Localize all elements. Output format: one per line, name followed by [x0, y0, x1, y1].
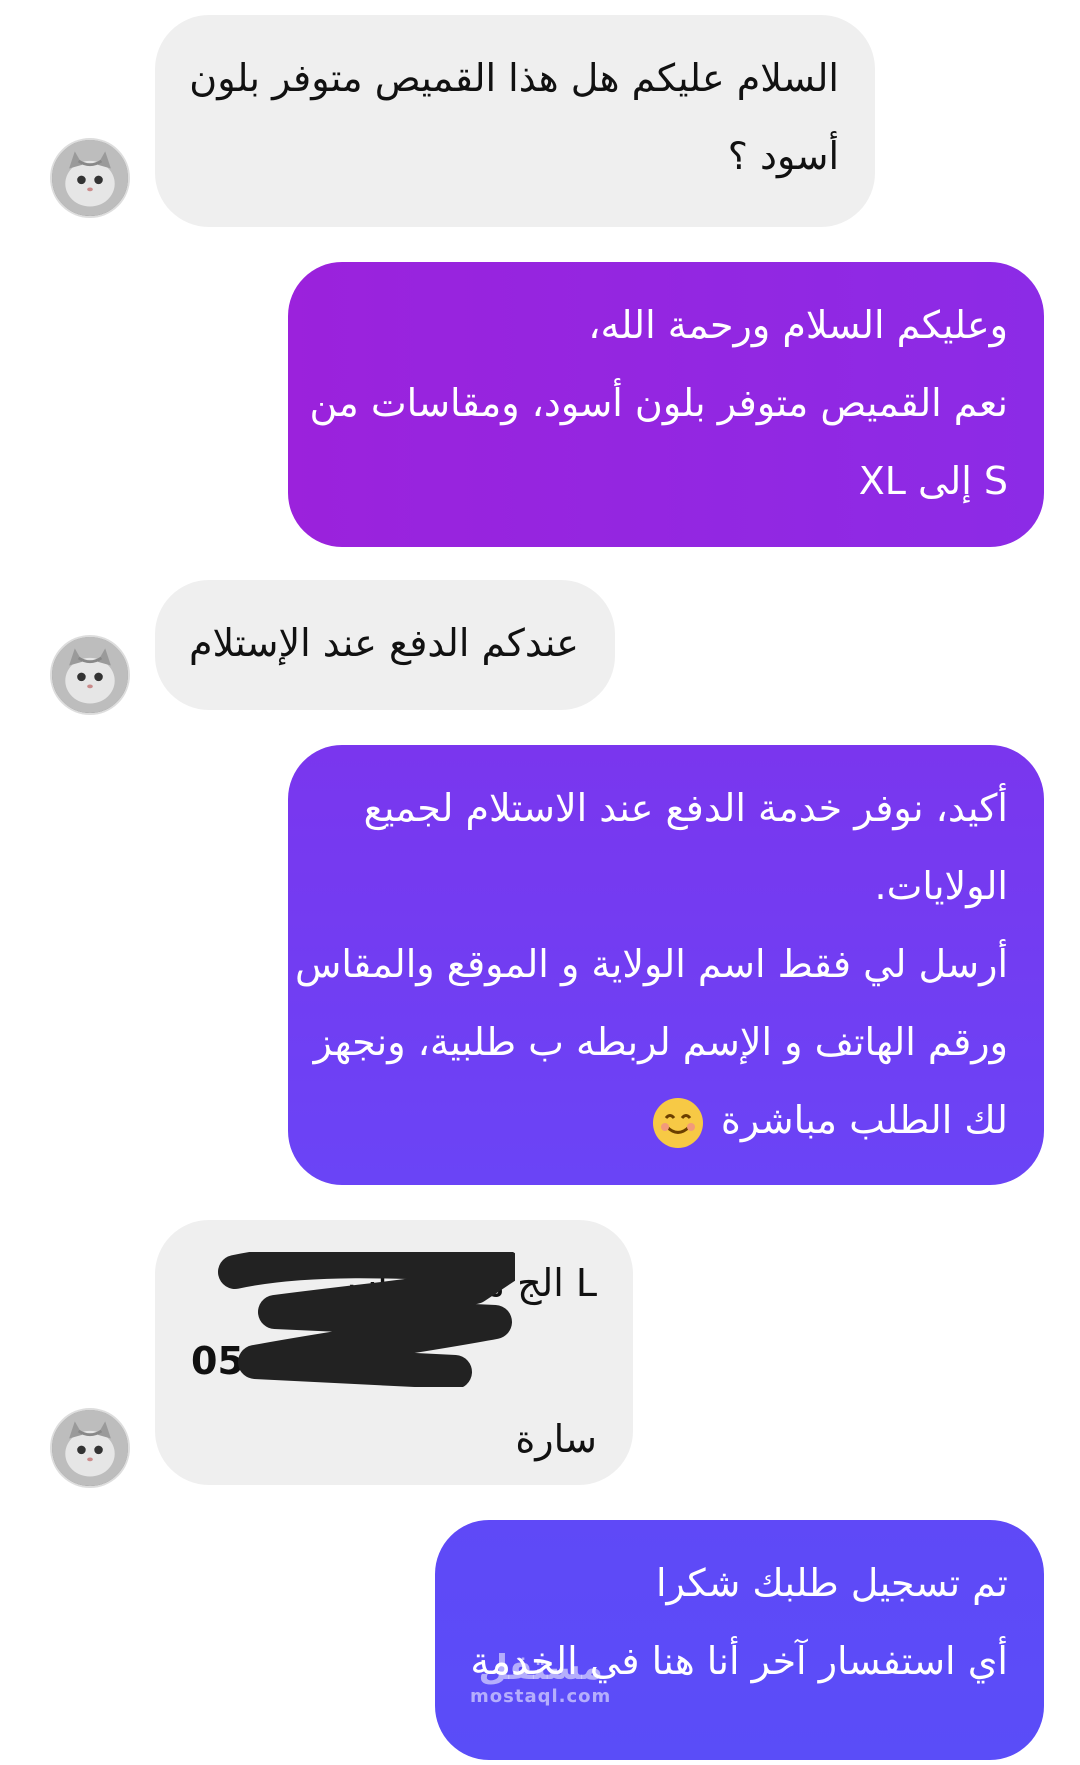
- message-text: لك الطلب مباشرة: [720, 1098, 1008, 1142]
- message-text: أرسل لي فقط اسم الولاية و الموقع والمقاس: [295, 942, 1008, 986]
- message-text-with-emoji: لك الطلب مباشرة: [324, 1081, 1008, 1159]
- message-text: أكيد، نوفر خدمة الدفع عند الاستلام لجميع: [363, 786, 1008, 830]
- message-text: وعليكم السلام ورحمة الله،: [588, 303, 1008, 347]
- message-text: ورقم الهاتف و الإسم لربطه ب طلبية، ونجهز: [313, 1020, 1008, 1064]
- customer-avatar[interactable]: [50, 635, 130, 715]
- message-text: نعم القميص متوفر بلون أسود، ومقاسات من: [309, 381, 1009, 425]
- outgoing-bubble[interactable]: تم تسجيل طلبك شكرا أي استفسار آخر أنا هن…: [435, 1520, 1044, 1760]
- incoming-bubble[interactable]: L الج مة المقاس 05 سارة: [155, 1220, 633, 1485]
- message-text: 05: [191, 1339, 244, 1383]
- outgoing-bubble[interactable]: وعليكم السلام ورحمة الله، نعم القميص متو…: [288, 262, 1044, 547]
- incoming-bubble[interactable]: عندكم الدفع عند الإستلام: [155, 580, 615, 710]
- message-text: سارة: [515, 1417, 597, 1461]
- cat-avatar-icon: [52, 140, 128, 216]
- customer-avatar[interactable]: [50, 1408, 130, 1488]
- watermark: مستقل mostaql.com: [470, 1650, 611, 1707]
- message-text: S إلى XL: [858, 459, 1008, 503]
- smiling-face-icon: [652, 1097, 703, 1148]
- watermark-arabic: مستقل: [478, 1648, 603, 1688]
- cat-avatar-icon: [52, 637, 128, 713]
- watermark-latin: mostaql.com: [470, 1686, 612, 1707]
- outgoing-bubble[interactable]: أكيد، نوفر خدمة الدفع عند الاستلام لجميع…: [288, 745, 1044, 1185]
- message-text: عندكم الدفع عند الإستلام: [188, 621, 579, 665]
- message-text: أسود ؟: [727, 134, 839, 178]
- message-text: الولايات.: [874, 864, 1008, 908]
- message-text: L الج مة المقاس: [330, 1261, 597, 1305]
- message-text: السلام عليكم هل هذا القميص متوفر بلون: [189, 56, 839, 100]
- message-text: تم تسجيل طلبك شكرا: [655, 1561, 1008, 1605]
- incoming-bubble[interactable]: السلام عليكم هل هذا القميص متوفر بلون أس…: [155, 15, 875, 227]
- cat-avatar-icon: [52, 1410, 128, 1486]
- customer-avatar[interactable]: [50, 138, 130, 218]
